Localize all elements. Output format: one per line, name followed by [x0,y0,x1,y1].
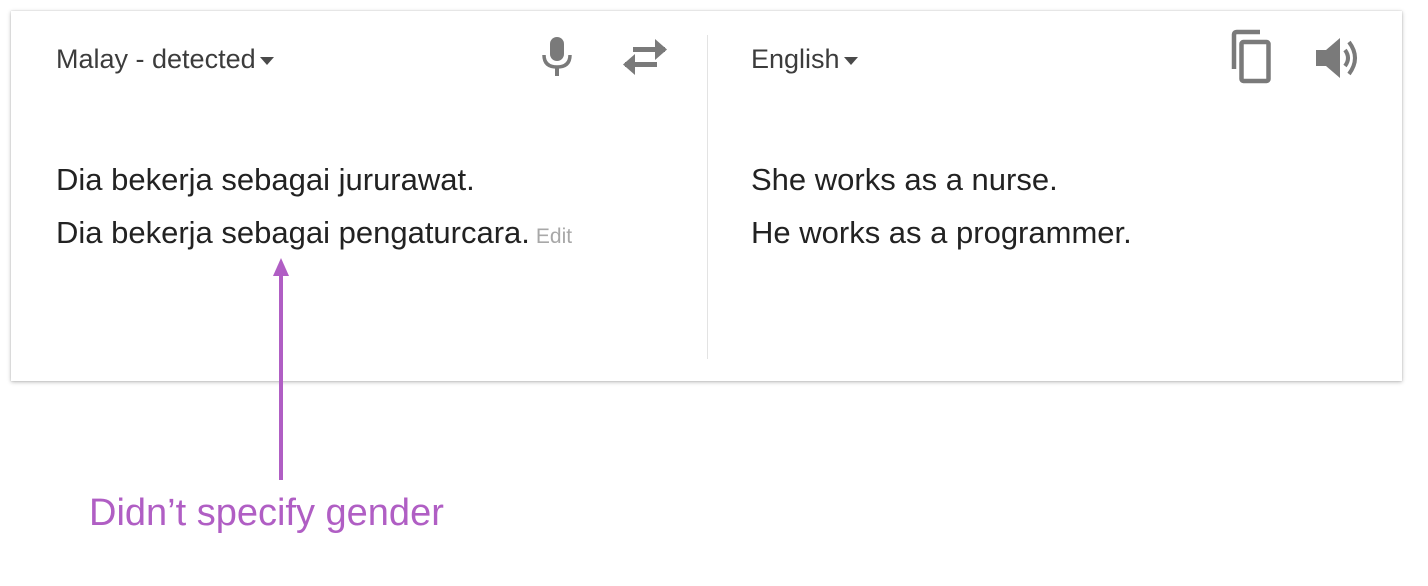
speaker-icon[interactable] [1314,36,1364,80]
annotation-arrow [273,258,289,480]
target-language-selector[interactable]: English [751,44,858,75]
source-line: Dia bekerja sebagai jururawat. [56,162,475,197]
source-text[interactable]: Dia bekerja sebagai jururawat. Dia beker… [56,153,572,263]
swap-languages-icon[interactable] [621,39,669,75]
target-language-label: English [751,44,840,74]
target-line: He works as a programmer. [751,215,1132,250]
source-line: Dia bekerja sebagai pengaturcara. [56,215,530,250]
source-language-label: Malay - detected [56,44,256,74]
microphone-icon[interactable] [540,35,574,79]
target-line: She works as a nurse. [751,162,1058,197]
edit-link[interactable]: Edit [536,225,572,248]
chevron-down-icon [259,56,274,65]
annotation-text: Didn’t specify gender [89,492,444,534]
pane-divider [707,35,708,359]
chevron-down-icon [843,56,858,65]
source-language-selector[interactable]: Malay - detected [56,44,274,75]
translate-card: Malay - detected Dia bekerja sebagai jur… [11,11,1402,381]
copy-icon[interactable] [1226,29,1276,85]
source-line-row: Dia bekerja sebagai pengaturcara. Edit [56,206,572,263]
translated-text: She works as a nurse. He works as a prog… [751,153,1132,259]
